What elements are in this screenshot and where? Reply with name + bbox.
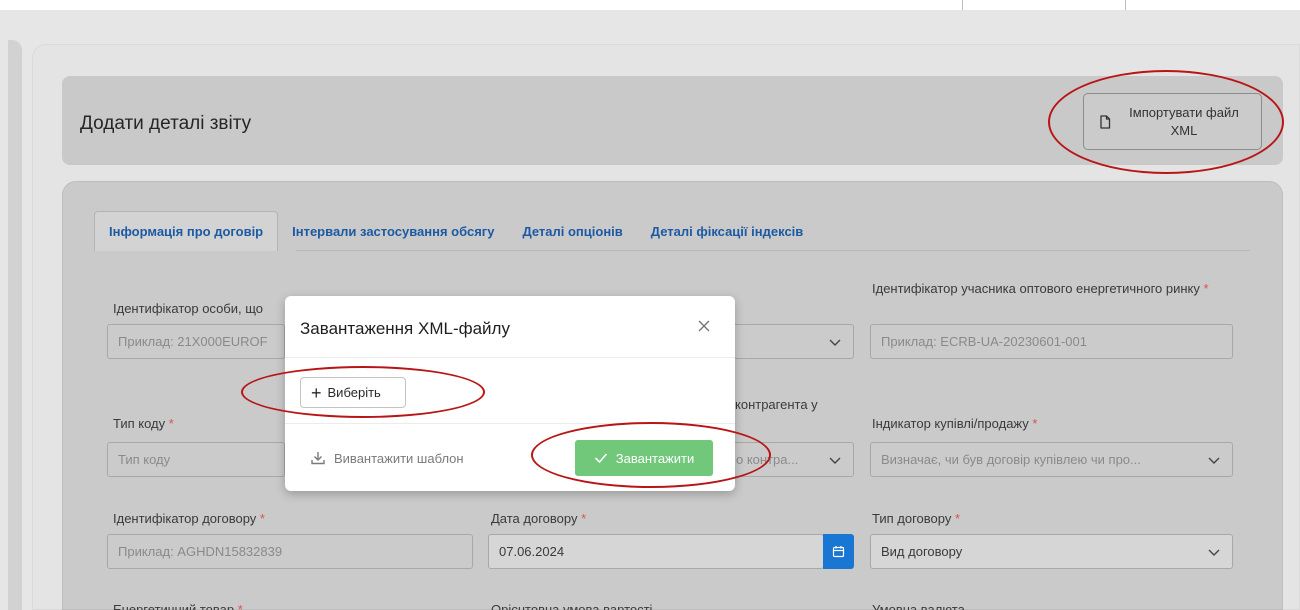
counterparty-select[interactable]: о контра... (718, 442, 854, 477)
import-xml-button[interactable]: Імпортувати файл XML (1083, 93, 1262, 150)
upload-button-label: Завантажити (615, 450, 695, 466)
file-icon (1100, 114, 1111, 129)
person-identifier-label: Ідентифікатор особи, що (113, 301, 264, 316)
tab-volume-intervals[interactable]: Інтервали застосування обсягу (278, 211, 508, 251)
download-template-label: Вивантажити шаблон (334, 450, 464, 466)
price-condition-label: Орієнтовна умова вартості (491, 602, 653, 610)
buy-sell-indicator-label: Індикатор купівлі/продажу * (872, 416, 1038, 431)
buy-sell-indicator-select[interactable]: Визначає, чи був договір купівлею чи про… (870, 442, 1233, 477)
row1-middle-select[interactable] (718, 324, 854, 359)
contract-date-input[interactable]: 07.06.2024 (488, 534, 824, 569)
download-icon (311, 452, 325, 465)
energy-commodity-label: Енергетичний товар * (113, 602, 243, 610)
contract-type-select[interactable]: Вид договору (870, 534, 1233, 569)
page-title: Додати деталі звіту (80, 113, 252, 134)
calendar-icon (832, 546, 845, 558)
counterparty-label: контрагента у (735, 397, 818, 412)
choose-file-label: Виберіть (327, 385, 381, 400)
person-identifier-input[interactable]: Приклад: 21X000EUROF (107, 324, 285, 359)
tab-option-details[interactable]: Деталі опціонів (508, 211, 636, 251)
chevron-down-icon (829, 457, 841, 464)
tab-contract-info[interactable]: Інформація про договір (94, 211, 279, 251)
download-template-link[interactable]: Вивантажити шаблон (310, 450, 464, 466)
market-participant-id-label: Ідентифікатор учасника оптового енергети… (872, 281, 1209, 296)
chevron-down-icon (829, 339, 841, 346)
top-bar (0, 0, 1300, 22)
sidebar-edge (8, 40, 22, 610)
contract-date-label: Дата договору * (491, 511, 587, 526)
upload-button[interactable]: Завантажити (575, 440, 713, 476)
modal-divider (285, 423, 735, 424)
import-xml-button-label: Імпортувати файл XML (1129, 104, 1239, 138)
currency-label: Умовна валюта (872, 602, 965, 610)
contract-id-label: Ідентифікатор договору * (113, 511, 265, 526)
upload-xml-modal: Завантаження XML-файлу + Виберіть Вивант… (285, 296, 735, 491)
chevron-down-icon (1208, 457, 1220, 464)
plus-icon: + (311, 382, 322, 403)
modal-title: Завантаження XML-файлу (300, 319, 510, 338)
choose-file-button[interactable]: + Виберіть (300, 377, 406, 408)
modal-divider (285, 357, 735, 358)
chevron-down-icon (1208, 549, 1220, 556)
code-type-label: Тип коду * (113, 416, 174, 431)
tab-bar: Інформація про договір Інтервали застосу… (94, 211, 817, 251)
close-icon[interactable] (696, 318, 712, 334)
calendar-button[interactable] (823, 534, 854, 569)
code-type-select[interactable]: Тип коду (107, 442, 285, 477)
tab-index-fixing-details[interactable]: Деталі фіксації індексів (637, 211, 817, 251)
market-participant-id-input[interactable]: Приклад: ECRB-UA-20230601-001 (870, 324, 1233, 359)
tab-divider (296, 250, 1250, 251)
contract-id-input[interactable]: Приклад: AGHDN15832839 (107, 534, 473, 569)
check-icon (594, 453, 607, 464)
contract-type-label: Тип договору * (872, 511, 961, 526)
